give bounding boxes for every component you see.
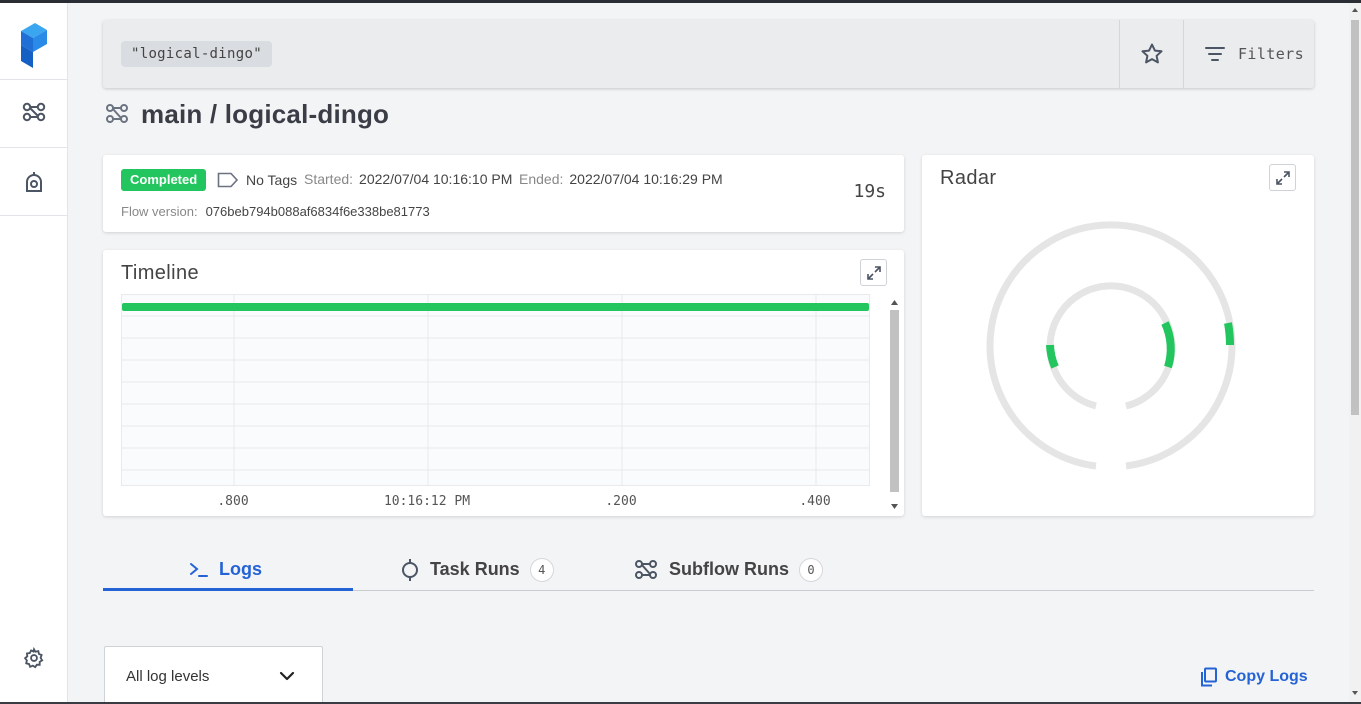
gear-icon — [23, 647, 44, 669]
page-scrollbar[interactable] — [1349, 3, 1361, 702]
save-filter-button[interactable] — [1119, 20, 1183, 88]
run-tabs: Logs Task Runs 4 Subflow Runs 0 — [103, 548, 1314, 591]
timeline-tick: .400 — [799, 494, 831, 509]
task-runs-count-badge: 4 — [529, 557, 554, 582]
timeline-card: Timeline .800 10:16:12 PM .200 .400 — [103, 250, 904, 516]
flow-runs-nav-button[interactable] — [17, 95, 51, 129]
task-run-icon — [402, 558, 418, 581]
chevron-down-icon — [279, 671, 295, 681]
sidebar — [0, 3, 68, 702]
log-level-select[interactable]: All log levels — [104, 646, 323, 704]
timeline-plot[interactable] — [121, 294, 870, 486]
state-badge: Completed — [121, 169, 207, 191]
radar-outer-ring — [986, 221, 1236, 470]
timeline-title: Timeline — [121, 262, 200, 284]
page-header: main / logical-dingo — [104, 98, 389, 130]
work-queues-nav-button[interactable] — [17, 165, 51, 199]
radar-card: Radar — [922, 155, 1314, 516]
subflow-runs-count-badge: 0 — [799, 557, 823, 582]
tab-subflow-runs-label: Subflow Runs — [669, 559, 789, 579]
tab-task-runs[interactable]: Task Runs 4 — [400, 548, 554, 591]
timeline-tick: .800 — [217, 494, 249, 509]
log-level-select-value: All log levels — [126, 667, 210, 685]
page-title: main / logical-dingo — [141, 98, 390, 129]
flow-version-label: Flow version: — [121, 204, 198, 219]
settings-nav-button[interactable] — [17, 641, 51, 675]
expand-icon — [866, 265, 881, 280]
copy-icon — [1201, 667, 1217, 687]
page-scrollbar-thumb[interactable] — [1351, 20, 1359, 415]
tag-icon — [217, 172, 239, 188]
search-query-chip[interactable]: "logical-dingo" — [121, 41, 272, 67]
active-tab-indicator — [103, 588, 353, 591]
radar-task-segment — [1046, 344, 1059, 369]
copy-logs-button[interactable]: Copy Logs — [1200, 667, 1308, 687]
radar-task-segment — [1161, 321, 1175, 369]
copy-logs-label: Copy Logs — [1225, 668, 1308, 685]
radar-graph[interactable] — [922, 155, 1314, 516]
timeline-tick: .200 — [605, 494, 637, 509]
radar-inner-ring — [1046, 282, 1176, 410]
timeline-expand-button[interactable] — [860, 259, 887, 286]
ended-field: Ended: 2022/07/04 10:16:29 PM — [519, 171, 723, 187]
flow-run-icon — [106, 104, 128, 123]
duration: 19s — [853, 181, 886, 202]
flow-version-value: 076beb794b088af6834f6e338be81773 — [205, 204, 430, 219]
prefect-logo-icon[interactable] — [19, 23, 49, 71]
flows-icon — [22, 102, 46, 122]
filters-button[interactable]: Filters — [1183, 20, 1314, 88]
ended-label: Ended: — [519, 171, 564, 187]
tab-task-runs-label: Task Runs — [430, 559, 520, 579]
timeline-run-bar[interactable] — [122, 303, 869, 311]
terminal-icon — [190, 562, 208, 577]
search-bar[interactable]: "logical-dingo" Filters — [103, 20, 1314, 88]
subflow-icon — [635, 559, 657, 579]
radar-task-segment — [1224, 322, 1235, 346]
flow-version-field: Flow version: 076beb794b088af6834f6e338b… — [121, 204, 430, 219]
flow-run-details-card: Completed No Tags Started: 2022/07/04 10… — [103, 155, 904, 232]
tags-label: No Tags — [246, 172, 298, 188]
timeline-scrollbar[interactable] — [888, 298, 901, 512]
tags-area: No Tags — [217, 170, 297, 190]
started-field: Started: 2022/07/04 10:16:10 PM — [304, 171, 512, 187]
filters-label: Filters — [1238, 45, 1305, 63]
started-value: 2022/07/04 10:16:10 PM — [359, 171, 513, 187]
tab-logs[interactable]: Logs — [189, 548, 262, 591]
tab-logs-label: Logs — [219, 559, 262, 579]
timeline-tick: 10:16:12 PM — [383, 494, 471, 509]
robot-icon — [26, 172, 42, 192]
timeline-grid — [122, 295, 869, 485]
tab-subflow-runs[interactable]: Subflow Runs 0 — [633, 548, 823, 591]
star-icon — [1141, 43, 1162, 64]
ended-value: 2022/07/04 10:16:29 PM — [569, 171, 723, 187]
filter-icon — [1205, 47, 1225, 61]
timeline-axis: .800 10:16:12 PM .200 .400 — [121, 494, 870, 512]
started-label: Started: — [304, 171, 354, 187]
